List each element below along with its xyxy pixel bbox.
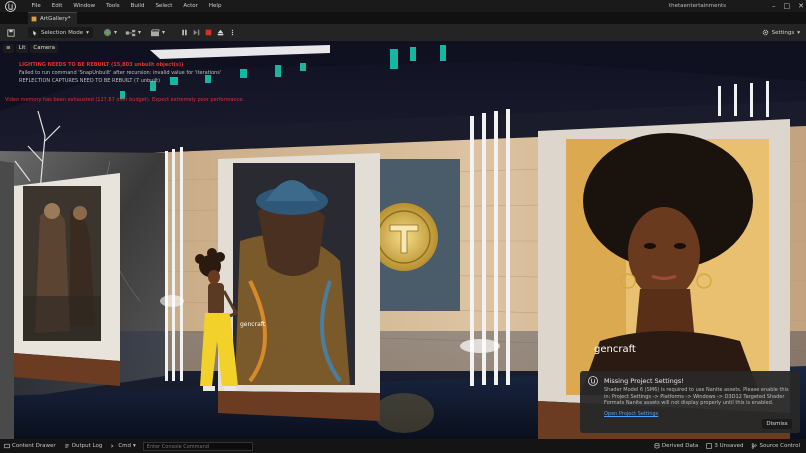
- menu-help[interactable]: Help: [203, 0, 227, 12]
- menu-tools[interactable]: Tools: [101, 0, 126, 12]
- add-actor-icon: [103, 28, 112, 37]
- eject-icon: [217, 29, 224, 36]
- selection-mode-dropdown[interactable]: Selection Mode ▾: [28, 27, 93, 38]
- cursor-icon: [33, 30, 37, 35]
- more-vertical-icon: [231, 29, 234, 36]
- tab-artgallery[interactable]: ArtGallery*: [28, 12, 77, 24]
- chevron-down-icon: ▾: [162, 29, 166, 36]
- notification-body: Shader Model 6 (SM6) is required to use …: [604, 387, 789, 406]
- save-icon: [7, 28, 15, 37]
- derived-data-button[interactable]: Derived Data: [650, 439, 702, 453]
- blueprint-button[interactable]: ▾: [125, 27, 141, 38]
- terminal-icon: [111, 444, 114, 448]
- log-icon: [64, 444, 69, 448]
- maximize-icon[interactable]: □: [784, 0, 791, 12]
- tab-row: ArtGallery*: [0, 12, 806, 24]
- save-button[interactable]: [6, 27, 16, 38]
- output-log-label: Output Log: [71, 443, 103, 449]
- menu-edit[interactable]: Edit: [46, 0, 68, 12]
- drawer-icon: [4, 443, 10, 449]
- open-project-settings-link[interactable]: Open Project Settings: [604, 411, 658, 417]
- viewport-toolbar: ≡ Lit Camera: [3, 43, 58, 53]
- chevron-down-icon: ▾: [797, 29, 800, 36]
- snap-warning: Failed to run command 'SnapUnbuilt' afte…: [19, 70, 222, 76]
- view-mode-dropdown[interactable]: Lit: [15, 43, 29, 53]
- settings-label: Settings: [771, 29, 795, 36]
- menu-bar: File Edit Window Tools Build Select Acto…: [0, 0, 806, 12]
- menu-select[interactable]: Select: [150, 0, 178, 12]
- skip-icon: [193, 29, 200, 36]
- status-bar: Content Drawer Output Log Cmd ▾ Enter Co…: [0, 439, 806, 453]
- viewport-options-button[interactable]: ≡: [3, 43, 14, 53]
- menu-file[interactable]: File: [26, 0, 46, 12]
- painting-watermark: gencraft: [240, 321, 266, 328]
- stop-button[interactable]: [204, 28, 213, 37]
- content-drawer-button[interactable]: Content Drawer: [0, 439, 60, 453]
- stop-icon: [205, 29, 212, 36]
- source-control-label: Source Control: [759, 443, 800, 449]
- output-log-button[interactable]: Output Log: [60, 439, 107, 453]
- chevron-down-icon: ▾: [138, 29, 142, 36]
- chevron-down-icon: ▾: [114, 29, 118, 36]
- pause-button[interactable]: [180, 28, 189, 37]
- chevron-down-icon: ▾: [133, 443, 136, 449]
- selection-mode-label: Selection Mode: [41, 29, 84, 36]
- view-mode-label: Lit: [18, 45, 26, 51]
- main-toolbar: Selection Mode ▾ ▾ ▾ ▾ Settings ▾: [0, 24, 806, 41]
- menu-window[interactable]: Window: [68, 0, 101, 12]
- lighting-warning: LIGHTING NEEDS TO BE REBUILT (15,803 unb…: [19, 62, 184, 68]
- level-icon: [31, 16, 37, 21]
- cmd-dropdown[interactable]: Cmd ▾: [106, 439, 139, 453]
- add-content-button[interactable]: ▾: [103, 27, 117, 38]
- play-controls: [180, 27, 237, 38]
- unsaved-button[interactable]: 3 Unsaved: [702, 439, 747, 453]
- gear-icon: [762, 29, 768, 36]
- camera-label: Camera: [33, 45, 55, 51]
- source-control-button[interactable]: Source Control: [747, 439, 804, 453]
- menu-build[interactable]: Build: [125, 0, 150, 12]
- status-right: Derived Data 3 Unsaved Source Control: [650, 439, 804, 453]
- hamburger-icon: ≡: [6, 45, 11, 51]
- clapperboard-icon: [150, 28, 160, 36]
- minimize-icon[interactable]: –: [772, 0, 776, 12]
- camera-dropdown[interactable]: Camera: [30, 43, 58, 53]
- save-icon: [706, 443, 713, 449]
- close-icon[interactable]: ✕: [798, 0, 804, 12]
- unsaved-label: 3 Unsaved: [714, 443, 744, 449]
- unreal-logo-icon: [588, 376, 598, 386]
- pause-icon: [182, 29, 187, 36]
- missing-settings-notification: Missing Project Settings! Shader Model 6…: [580, 371, 800, 433]
- step-button[interactable]: [192, 28, 201, 37]
- dismiss-button[interactable]: Dismiss: [762, 419, 792, 429]
- tab-label: ArtGallery*: [40, 15, 71, 22]
- source-control-icon: [752, 443, 758, 449]
- notification-title: Missing Project Settings!: [604, 377, 684, 385]
- derived-data-label: Derived Data: [661, 443, 699, 449]
- project-name: thetaentertainments: [669, 3, 727, 9]
- cmd-label: Cmd: [118, 443, 132, 449]
- painting-watermark-large: gencraft: [594, 344, 636, 355]
- reflection-warning: REFLECTION CAPTURES NEED TO BE REBUILT (…: [19, 78, 161, 84]
- console-command-input[interactable]: Enter Console Command: [142, 441, 253, 451]
- main-menu: File Edit Window Tools Build Select Acto…: [26, 0, 227, 12]
- level-viewport[interactable]: ≡ Lit Camera LIGHTING NEEDS TO BE REBUIL…: [0, 41, 806, 439]
- window-controls: – □ ✕: [772, 0, 804, 12]
- settings-button[interactable]: Settings ▾: [762, 27, 800, 38]
- memory-warning: Video memory has been exhausted (127.87 …: [5, 97, 245, 103]
- content-drawer-label: Content Drawer: [12, 443, 56, 449]
- eject-button[interactable]: [216, 28, 225, 37]
- database-icon: [654, 443, 660, 449]
- menu-actor[interactable]: Actor: [178, 0, 203, 12]
- play-options-button[interactable]: [228, 28, 237, 37]
- chevron-down-icon: ▾: [86, 29, 89, 36]
- blueprint-icon: [125, 29, 136, 36]
- cinematics-button[interactable]: ▾: [150, 27, 165, 38]
